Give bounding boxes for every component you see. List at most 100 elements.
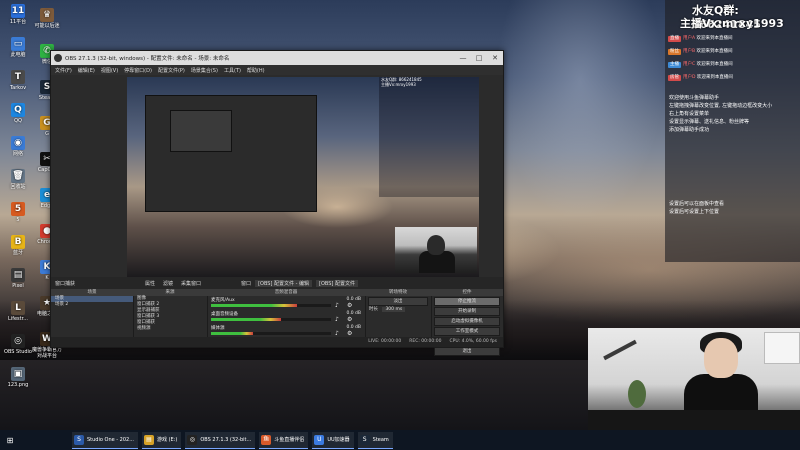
- preview-person-head: [427, 235, 445, 255]
- menu-tools[interactable]: 工具(T): [224, 67, 241, 74]
- speaker-icon[interactable]: ♪: [335, 316, 339, 323]
- taskbar-task[interactable]: ▤ 游戏 (E:): [142, 431, 182, 449]
- minimize-button[interactable]: —: [455, 54, 471, 62]
- live-timer: LIVE: 00:00:00: [368, 339, 402, 344]
- webcam-desk: [588, 410, 800, 430]
- sources-dock: 来源 图像 窗口捕获 2 显示器捕获 窗口捕获 3 窗口捕获 视频源: [133, 289, 208, 337]
- gear-icon[interactable]: ⚙: [347, 302, 352, 309]
- chat-username: 用户C: [683, 62, 697, 67]
- start-recording-button[interactable]: 开始录制: [434, 307, 500, 316]
- taskbar-app-icon: S: [74, 434, 84, 445]
- obs-preview[interactable]: 水友Q群: 866241845 主播Vx:mrxy1993: [127, 77, 479, 277]
- controls-dock-title: 控件: [431, 289, 503, 296]
- taskbar-task[interactable]: U UU加速器: [312, 431, 354, 449]
- desktop-icon[interactable]: 🗑 回收站: [1, 169, 35, 190]
- audio-mixer-dock: 音频混音器 麦克风/Aux 0.0 dB ♪ ⚙ 桌面音频设备 0.0 dB ♪ ⚙ 媒体源 0.…: [207, 289, 366, 337]
- taskbar-task[interactable]: 鱼斗鱼直播伴侣: [259, 431, 309, 449]
- maximize-button[interactable]: □: [471, 54, 487, 62]
- desktop-icon-label: 魔兽争霸官方对战平台: [31, 347, 62, 359]
- desktop-icon[interactable]: ▭ 此电脑: [1, 37, 35, 58]
- taskbar-tasks: S Studio One - 202... ▤ 游戏 (E:) ◎ OBS 27.1.3 …: [70, 431, 395, 449]
- studio-mode-button[interactable]: 工作室模式: [434, 327, 500, 336]
- duration-input[interactable]: 300 ms: [382, 307, 406, 312]
- gear-icon[interactable]: ⚙: [347, 316, 352, 323]
- desktop-app-icon: B: [11, 235, 25, 249]
- desktop-icon-label: 此电脑: [10, 52, 26, 58]
- preview-chat-overlay: 水友Q群: 866241845 主播Vx:mrxy1993: [379, 77, 479, 197]
- desktop-icon-label: 5: [16, 217, 20, 223]
- webcam-mic-arm: [603, 339, 637, 361]
- source-name: 窗口捕获: [55, 280, 76, 287]
- menu-scene-collection[interactable]: 场景集合(S): [191, 67, 218, 74]
- taskbar-task-label: 斗鱼直播伴侣: [274, 437, 305, 443]
- taskbar-task[interactable]: ◎ OBS 27.1.3 (32-bit...: [185, 431, 256, 449]
- user-badge: 粉丝: [668, 49, 681, 55]
- start-icon[interactable]: ⊞: [2, 432, 18, 448]
- desktop-app-icon: L: [11, 301, 25, 315]
- taskbar-app-icon: ▤: [144, 434, 154, 445]
- notice-line: 添加弹幕助手成功: [669, 127, 710, 133]
- desktop-icon-label: 回收站: [10, 184, 26, 190]
- notice-line: 设置后可设置上下位置: [669, 209, 720, 215]
- speaker-icon[interactable]: ♪: [335, 330, 339, 337]
- close-button[interactable]: ✕: [487, 54, 503, 62]
- desktop-app-icon: 11: [11, 4, 25, 18]
- source-toolbar: 窗口捕获 属性 滤镜 采集窗口 窗口 [OBS] 配置文件 - 编辑 [OBS]…: [51, 277, 503, 289]
- menu-docks[interactable]: 停靠窗口(D): [124, 67, 152, 74]
- exit-button[interactable]: 退出: [434, 347, 500, 356]
- cpu-fps: CPU: 4.0%, 60.00 fps: [449, 339, 498, 344]
- speaker-icon[interactable]: ♪: [335, 302, 339, 309]
- notice-line: 设置显示弹幕、送礼信息、粉丝牌等: [669, 119, 750, 125]
- transition-select[interactable]: 淡出: [368, 297, 428, 306]
- scene-item[interactable]: 场景 2: [51, 302, 133, 308]
- chat-message: 直播 用户A 欢迎来到本直播间: [668, 36, 798, 42]
- desktop-icon[interactable]: Q QQ: [1, 103, 35, 124]
- desktop-app-icon: 5: [11, 202, 25, 216]
- mixer-channel: 桌面音频设备 0.0 dB ♪ ⚙: [207, 311, 365, 324]
- stop-streaming-button[interactable]: 停止推流: [434, 297, 500, 306]
- obs-title-bar: OBS 27.1.3 (32-bit, windows) - 配置文件: 未命名…: [51, 51, 503, 65]
- preview-anchor-wx: 主播Vx:mrxy1993: [381, 82, 416, 87]
- anchor-wx-text: 主播Vx:mrxy1993: [680, 17, 784, 30]
- menu-file[interactable]: 文件(F): [55, 67, 72, 74]
- preview-nested-obs-2: [170, 110, 232, 152]
- desktop-icon[interactable]: ▣ 123.png: [1, 367, 35, 388]
- notice-line: 右上角有设置菜单: [669, 111, 710, 117]
- start-virtual-camera-button[interactable]: 启动虚拟摄像机: [434, 317, 500, 326]
- desktop-icon-label: 网络: [12, 151, 23, 157]
- desktop-icon-label: Pixel: [12, 283, 24, 289]
- menu-edit[interactable]: 编辑(E): [78, 67, 95, 74]
- preview-webcam: [395, 227, 477, 273]
- source-item[interactable]: 视频源: [133, 326, 207, 332]
- desktop-icon[interactable]: T Tarkov: [1, 70, 35, 91]
- desktop-app-icon: ◎: [11, 334, 25, 348]
- capture-window-button[interactable]: 采集窗口: [181, 280, 201, 287]
- desktop-icon-label: 123.png: [7, 382, 29, 388]
- taskbar-task[interactable]: S Steam: [357, 431, 393, 449]
- duration-row: 时长 300 ms: [365, 307, 431, 313]
- desktop-app-icon: Q: [11, 103, 25, 117]
- taskbar: ⊞ S Studio One - 202... ▤ 游戏 (E:) ◎ OBS 27.1.…: [0, 430, 800, 450]
- chat-text: 欢迎来到本直播间: [696, 75, 733, 80]
- capture-window-select-2[interactable]: [OBS] 配置文件: [316, 279, 358, 287]
- menu-view[interactable]: 视图(V): [101, 67, 118, 74]
- user-badge: 房管: [668, 75, 681, 81]
- desktop-icon[interactable]: ♛ 可能以后迷: [30, 8, 64, 29]
- taskbar-task[interactable]: S Studio One - 202...: [72, 431, 138, 449]
- menu-help[interactable]: 帮助(H): [247, 67, 265, 74]
- mixer-channels: 麦克风/Aux 0.0 dB ♪ ⚙ 桌面音频设备 0.0 dB ♪ ⚙ 媒体源 0.0 dB ♪ ⚙: [207, 296, 365, 337]
- controls-dock: 控件 停止推流 开始录制 启动虚拟摄像机 工作室模式 设置 退出: [431, 289, 503, 356]
- mixer-channel-name: 桌面音频设备: [211, 312, 238, 317]
- properties-button[interactable]: 属性: [145, 280, 155, 287]
- filters-button[interactable]: 滤镜: [163, 280, 173, 287]
- desktop-icon-label: K: [45, 275, 49, 281]
- desktop-icon-label: G: [45, 131, 49, 137]
- mixer-level-meter: [211, 304, 331, 307]
- obs-menu-bar: 文件(F) 编辑(E) 视图(V) 停靠窗口(D) 配置文件(P) 场景集合(S…: [51, 65, 503, 75]
- capture-window-select[interactable]: [OBS] 配置文件 - 编辑: [255, 279, 312, 287]
- chat-message: 粉丝 用户B 欢迎来到本直播间: [668, 49, 798, 55]
- gear-icon[interactable]: ⚙: [347, 330, 352, 337]
- menu-profile[interactable]: 配置文件(P): [158, 67, 185, 74]
- desktop-icon-label: QQ: [14, 118, 22, 124]
- desktop-icon-label: Lifestr...: [8, 316, 28, 322]
